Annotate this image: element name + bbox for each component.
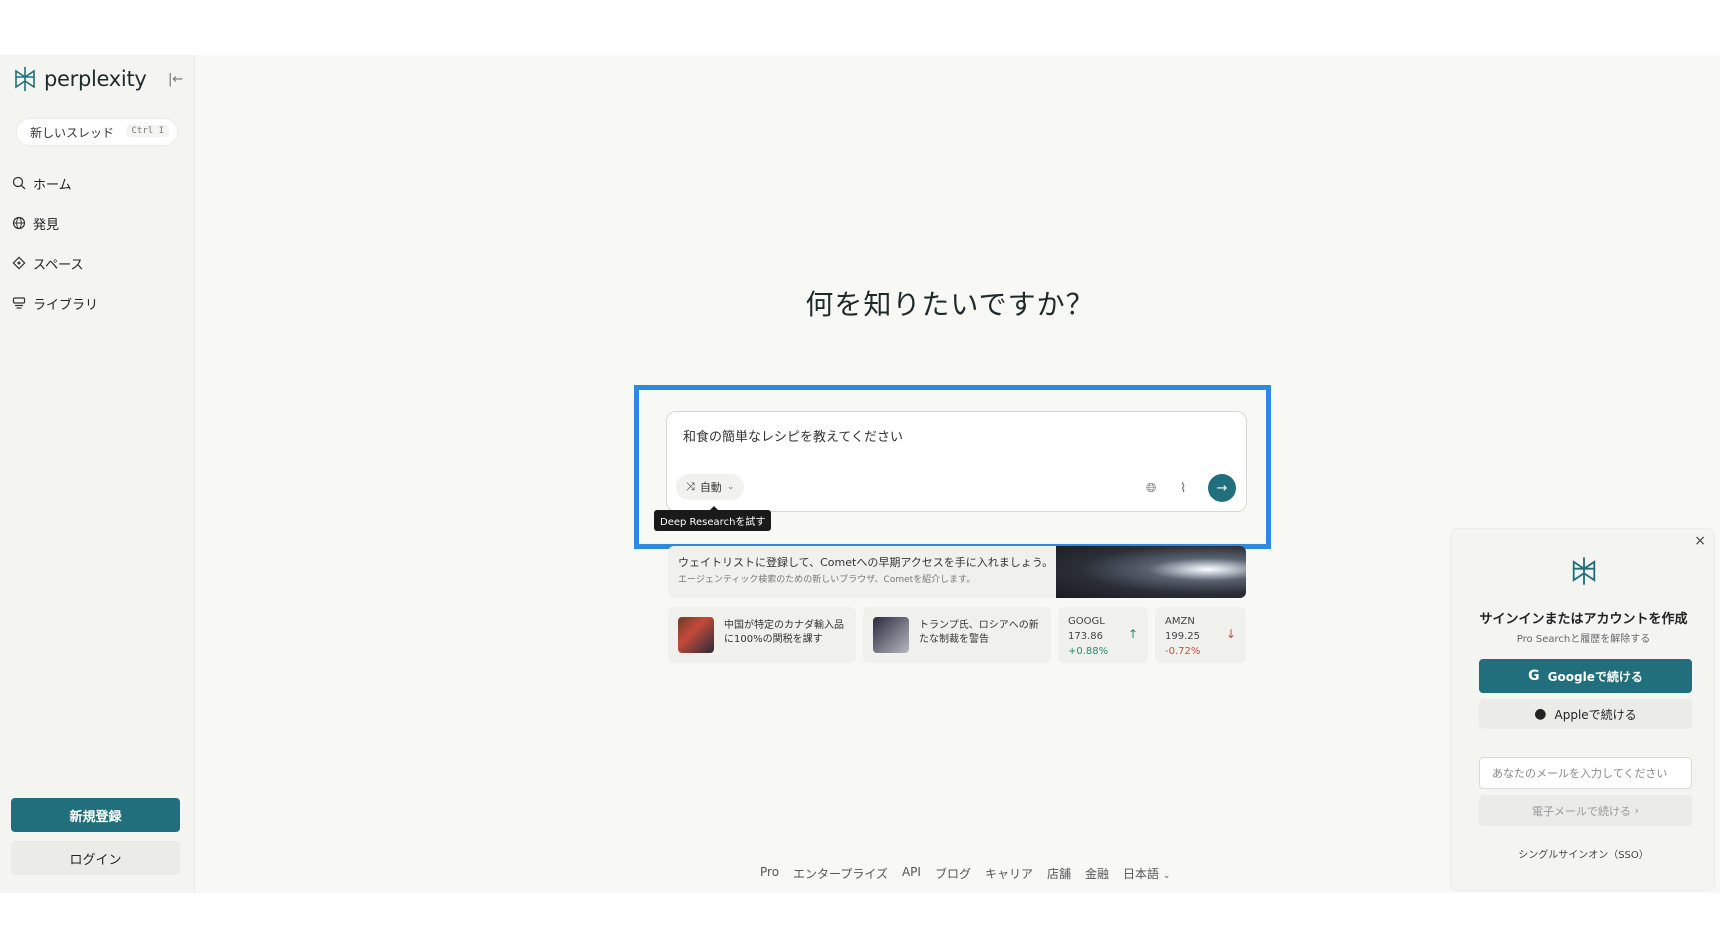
paperclip-icon[interactable]: ⌇ xyxy=(1180,481,1186,496)
footer-link-enterprise[interactable]: エンタープライズ xyxy=(793,865,888,882)
shuffle-icon: ⤨ xyxy=(686,480,695,493)
signin-modal: × サインインまたはアカウントを作成 Pro Searchと履歴を解除する G … xyxy=(1450,528,1715,891)
email-continue-button[interactable]: 電子メールで続ける › xyxy=(1479,795,1692,826)
signup-button[interactable]: 新規登録 xyxy=(11,798,180,832)
news-thumbnail xyxy=(678,617,714,653)
news-headline: トランプ氏、ロシアへの新たな制裁を警告 xyxy=(919,620,1039,645)
page-title: 何を知りたいですか？ xyxy=(805,288,1095,321)
sidebar-item-home[interactable]: ホーム xyxy=(12,173,182,193)
google-signin-label: Googleで続ける xyxy=(1547,669,1643,684)
sidebar-nav: ホーム 発見 スペース ライブラリ xyxy=(12,173,182,333)
stock-price: 173.86 xyxy=(1068,631,1103,642)
login-button[interactable]: ログイン xyxy=(11,841,180,875)
perplexity-logo-icon xyxy=(1572,557,1596,585)
sidebar-item-spaces[interactable]: スペース xyxy=(12,253,182,273)
search-box[interactable]: 和食の簡単なレシピを教えてください ⤨ 自動 ⌄ 🌐︎ ⌇ → xyxy=(666,411,1247,512)
perplexity-logo-icon xyxy=(15,67,35,91)
news-thumbnail xyxy=(873,617,909,653)
stock-info: GOOGL 173.86 +0.88% xyxy=(1068,614,1108,659)
sidebar: perplexity |← 新しいスレッド Ctrl I ホーム 発見 スペース… xyxy=(0,55,195,893)
footer-link-store[interactable]: 店舗 xyxy=(1047,865,1071,882)
sidebar-item-library[interactable]: ライブラリ xyxy=(12,293,182,313)
search-input[interactable]: 和食の簡単なレシピを教えてください xyxy=(683,426,903,445)
comet-banner[interactable]: ウェイトリストに登録して、Cometへの早期アクセスを手に入れましょう。 エージ… xyxy=(668,546,1246,598)
apple-icon: ● xyxy=(1534,706,1547,722)
footer-link-pro[interactable]: Pro xyxy=(760,865,779,882)
sidebar-item-label: ライブラリ xyxy=(33,297,99,313)
stock-card-amzn[interactable]: AMZN 199.25 -0.72% ↓ xyxy=(1155,607,1246,663)
stock-card-googl[interactable]: GOOGL 173.86 +0.88% ↑ xyxy=(1058,607,1148,663)
stock-change: +0.88% xyxy=(1068,646,1109,657)
logo[interactable]: perplexity xyxy=(12,65,147,93)
email-continue-label: 電子メールで続ける xyxy=(1532,804,1632,818)
new-thread-label: 新しいスレッド xyxy=(30,125,115,140)
modal-title: サインインまたはアカウントを作成 xyxy=(1479,612,1688,627)
chevron-down-icon: ⌄ xyxy=(726,482,735,492)
sidebar-item-label: ホーム xyxy=(33,177,72,193)
deep-research-tooltip: Deep Researchを試す xyxy=(654,506,772,531)
spaces-icon xyxy=(12,256,26,270)
news-card[interactable]: 中国が特定のカナダ輸入品に100%の関税を課す xyxy=(668,607,856,663)
stock-info: AMZN 199.25 -0.72% xyxy=(1165,614,1200,659)
footer-link-finance[interactable]: 金融 xyxy=(1085,865,1109,882)
email-field[interactable] xyxy=(1479,757,1692,789)
arrow-right-icon: → xyxy=(1216,480,1228,496)
search-icon xyxy=(12,176,26,190)
chevron-down-icon: ⌄ xyxy=(1162,871,1171,881)
stock-price: 199.25 xyxy=(1165,631,1200,642)
mode-selector[interactable]: ⤨ 自動 ⌄ xyxy=(676,474,745,500)
language-selector[interactable]: 日本語 ⌄ xyxy=(1123,865,1170,882)
stock-ticker: AMZN xyxy=(1165,616,1195,627)
arrow-down-icon: ↓ xyxy=(1225,627,1236,641)
chevron-right-icon: › xyxy=(1634,804,1639,817)
logo-text: perplexity xyxy=(44,67,147,91)
sidebar-item-label: スペース xyxy=(33,257,84,273)
library-icon xyxy=(12,297,26,309)
apple-signin-label: Appleで続ける xyxy=(1554,707,1637,722)
new-thread-shortcut: Ctrl I xyxy=(126,125,169,137)
footer-links: Pro エンタープライズ API ブログ キャリア 店舗 金融 日本語 ⌄ xyxy=(760,865,1170,882)
sidebar-item-label: 発見 xyxy=(33,217,60,233)
language-label: 日本語 xyxy=(1123,867,1160,881)
mode-label: 自動 xyxy=(699,481,722,494)
submit-button[interactable]: → xyxy=(1208,474,1236,502)
banner-image xyxy=(1056,546,1246,598)
stock-ticker: GOOGL xyxy=(1068,616,1105,627)
arrow-up-icon: ↑ xyxy=(1127,627,1138,641)
globe-icon[interactable]: 🌐︎ xyxy=(1146,481,1156,496)
sso-link[interactable]: シングルサインオン（SSO） xyxy=(1451,846,1716,861)
google-icon: G xyxy=(1528,668,1540,684)
banner-subtitle: エージェンティック検索のための新しいブラウザ、Cometを紹介します。 xyxy=(678,575,976,585)
footer-link-blog[interactable]: ブログ xyxy=(935,865,971,882)
footer-link-careers[interactable]: キャリア xyxy=(985,865,1033,882)
footer-link-api[interactable]: API xyxy=(902,865,921,882)
new-thread-button[interactable]: 新しいスレッド Ctrl I xyxy=(16,118,178,146)
close-icon[interactable]: × xyxy=(1694,533,1706,549)
sidebar-item-discover[interactable]: 発見 xyxy=(12,213,182,233)
collapse-sidebar-icon[interactable]: |← xyxy=(168,72,183,87)
news-headline: 中国が特定のカナダ輸入品に100%の関税を課す xyxy=(724,620,844,645)
globe-icon xyxy=(12,216,26,230)
banner-title: ウェイトリストに登録して、Cometへの早期アクセスを手に入れましょう。 xyxy=(678,556,1054,569)
modal-subtitle: Pro Searchと履歴を解除する xyxy=(1516,634,1651,645)
news-card[interactable]: トランプ氏、ロシアへの新たな制裁を警告 xyxy=(863,607,1051,663)
apple-signin-button[interactable]: ● Appleで続ける xyxy=(1479,699,1692,729)
stock-change: -0.72% xyxy=(1165,646,1201,657)
google-signin-button[interactable]: G Googleで続ける xyxy=(1479,659,1692,693)
